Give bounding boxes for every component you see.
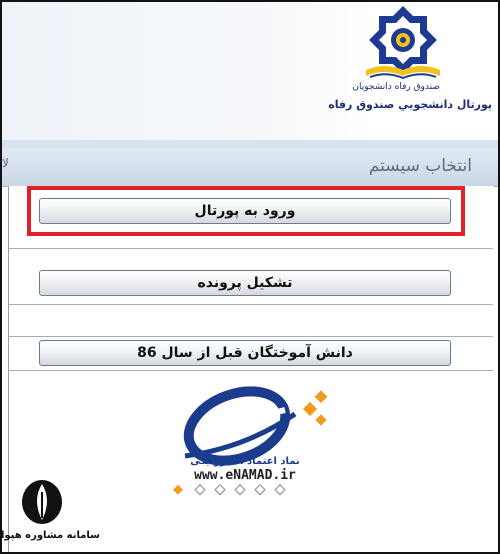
portal-window: صندوق رفاه دانشجویان پورتال دانشجويي صند… (0, 0, 500, 554)
graduates-button[interactable]: دانش آموختگان قبل از سال 86 (39, 340, 451, 366)
row-divider (9, 304, 493, 305)
enamad-caption: نماد اعتماد الکترونیکی (190, 456, 300, 467)
system-select-tabbar: لا انتخاب سیستم (2, 148, 498, 187)
collapsed-tab-label[interactable]: لا (2, 156, 9, 170)
watermark-text: سامانه مشاوره هپوا (0, 530, 100, 541)
header-divider (2, 140, 498, 148)
portal-header: صندوق رفاه دانشجویان پورتال دانشجويي صند… (2, 2, 498, 140)
tab-title: انتخاب سیستم (368, 156, 472, 176)
row-divider (9, 336, 493, 337)
portal-title: پورتال دانشجويي صندوق رفاه (328, 98, 492, 111)
create-file-button[interactable]: تشکیل پرونده (39, 270, 451, 296)
row-divider (9, 248, 493, 249)
fund-caption: صندوق رفاه دانشجویان (352, 82, 440, 92)
enamad-url[interactable]: www.eNAMAD.ir (145, 468, 345, 483)
watermark-logo: سامانه مشاوره هپوا (2, 478, 100, 548)
welfare-fund-logo-icon (366, 6, 440, 80)
portal-login-button[interactable]: ورود به پورتال (39, 198, 451, 224)
row-divider (9, 370, 493, 371)
enamad-badge[interactable]: نماد اعتماد الکترونیکی www.eNAMAD.ir (145, 382, 345, 496)
